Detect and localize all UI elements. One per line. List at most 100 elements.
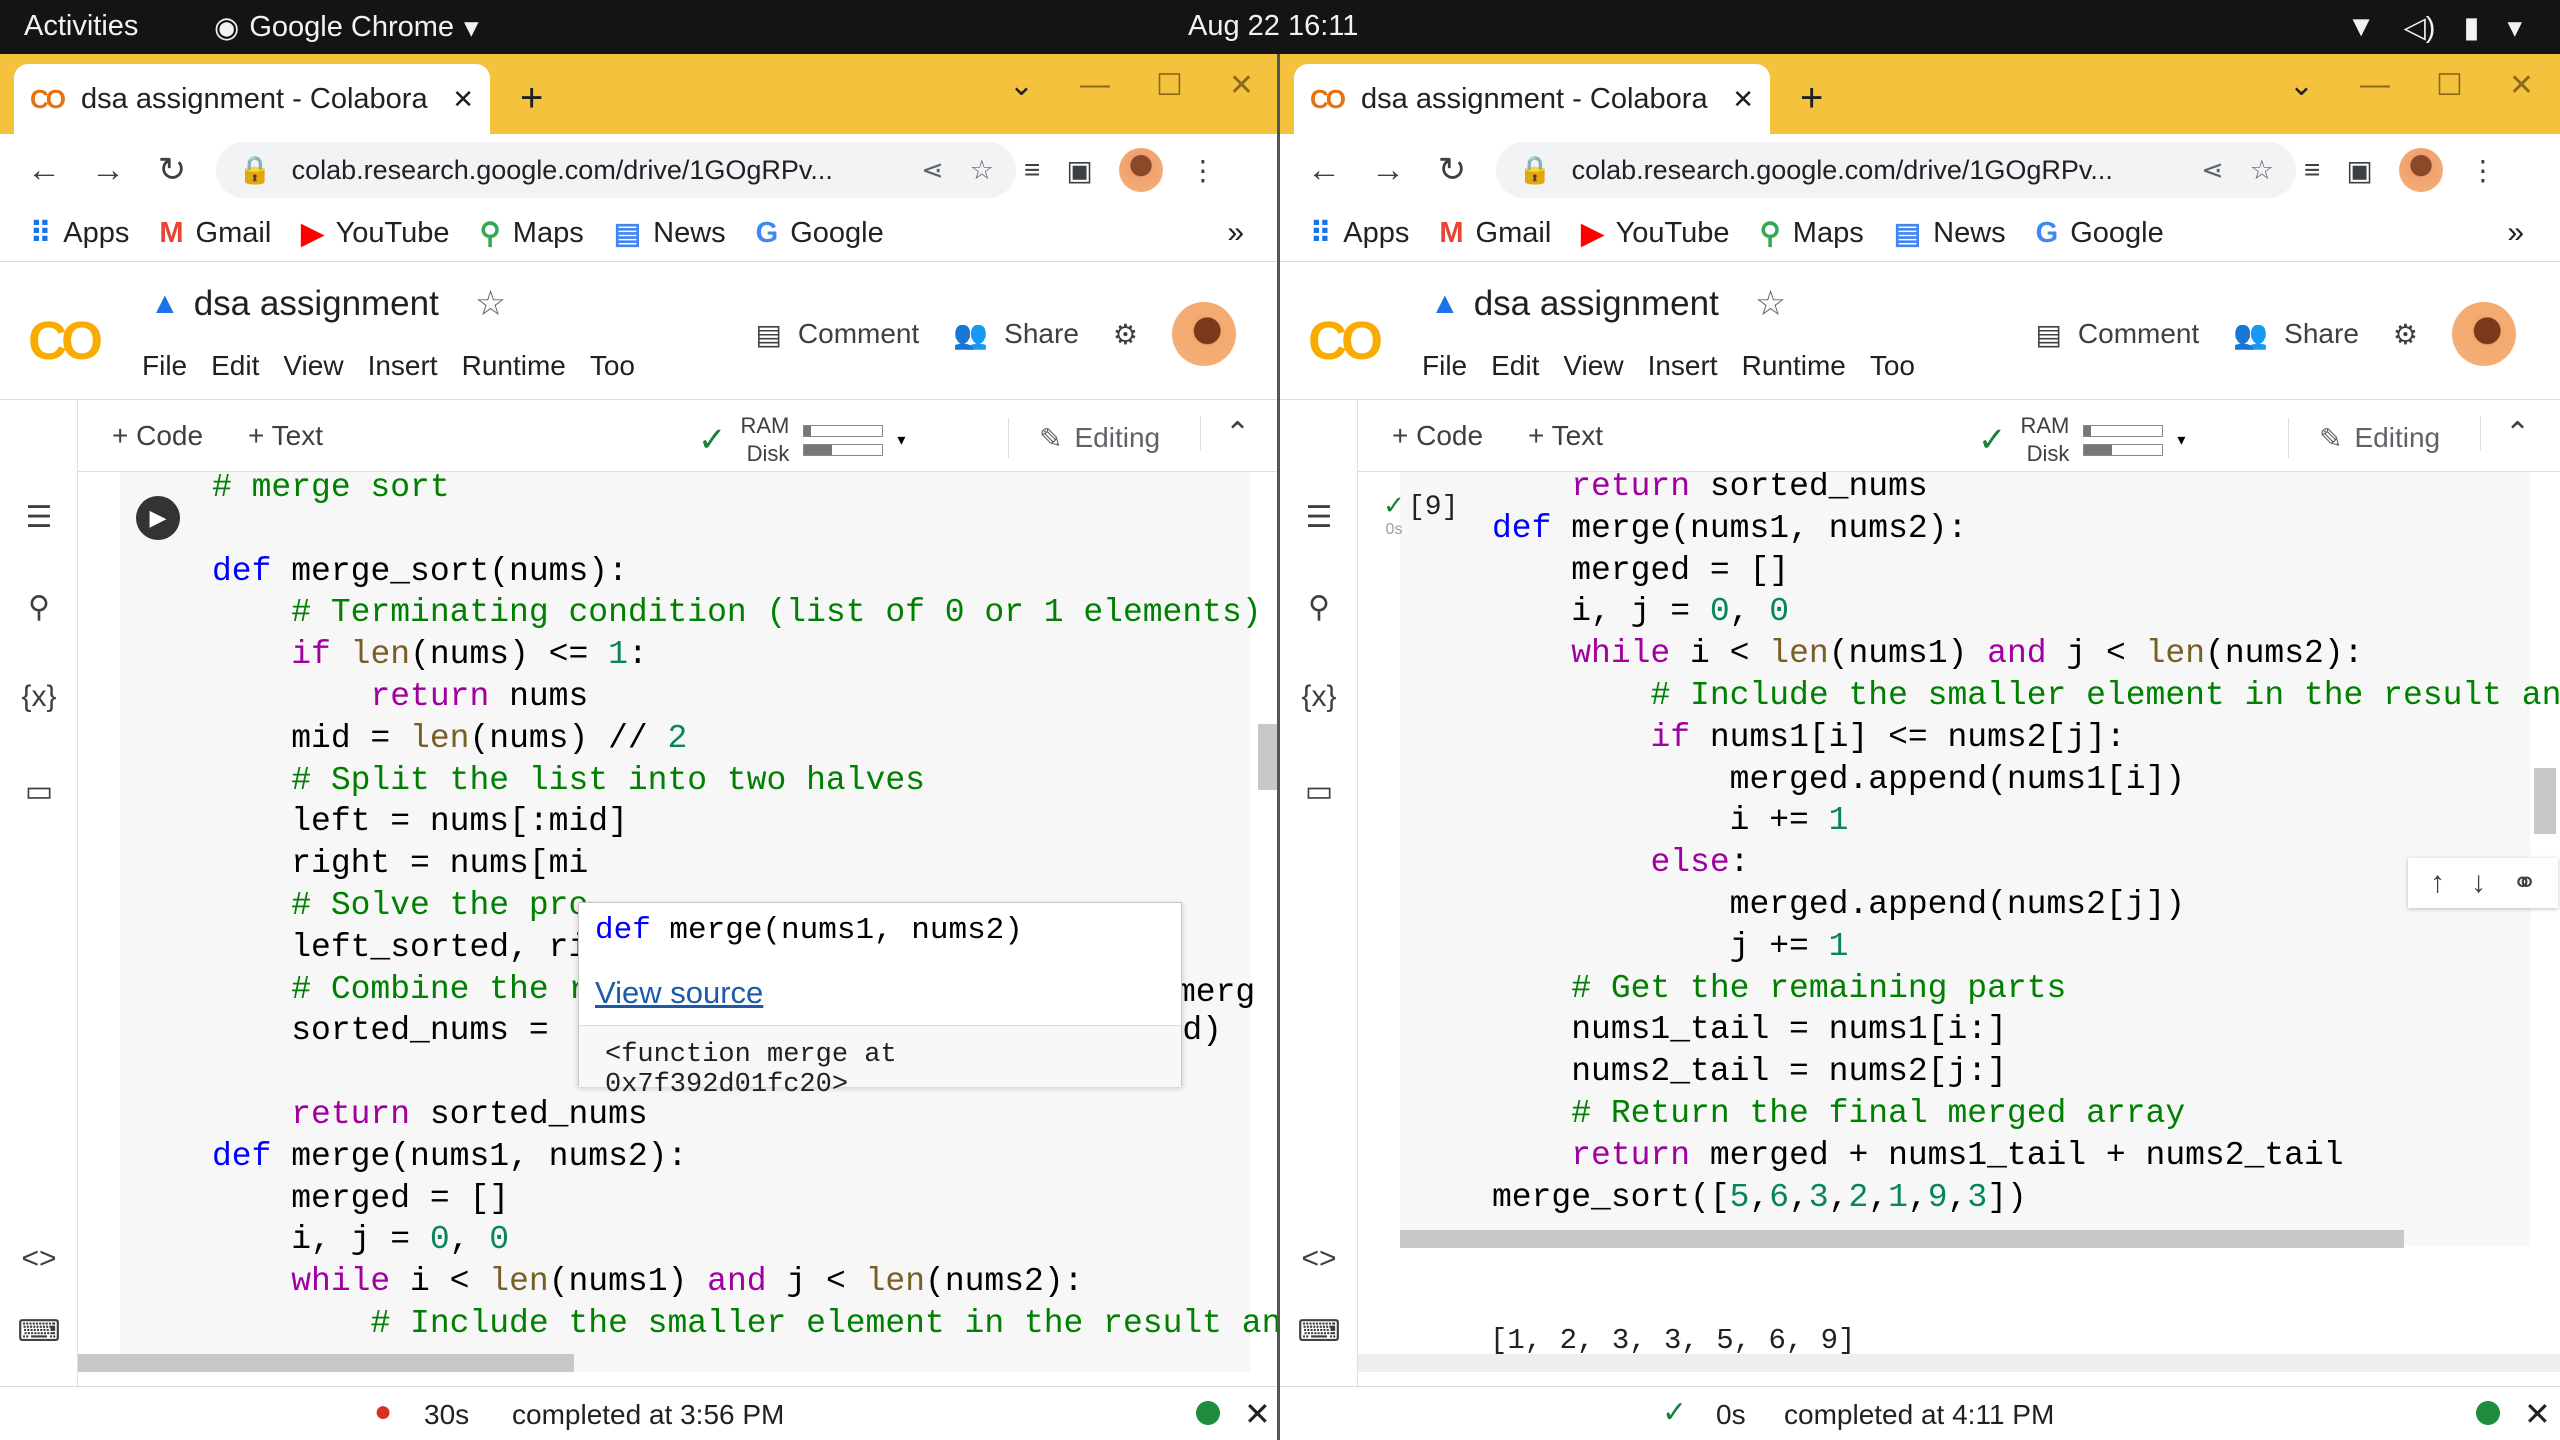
close-icon[interactable]: ✕	[452, 84, 474, 115]
settings-gear-icon[interactable]: ⚙	[2393, 318, 2418, 351]
right-code-line[interactable]: def merge(nums1, nums2):	[1492, 508, 2560, 550]
right-code-line[interactable]: # Return the final merged array	[1492, 1093, 2560, 1135]
account-avatar[interactable]	[2452, 302, 2516, 366]
status-area[interactable]: ▼ ◁) ▮ ▾	[2347, 10, 2522, 45]
status-message[interactable]: completed at 4:11 PM	[1784, 1399, 2054, 1431]
left-code-line[interactable]: # Terminating condition (list of 0 or 1 …	[212, 592, 1280, 634]
profile-avatar[interactable]	[1118, 148, 1163, 192]
forward-icon[interactable]: →	[1356, 151, 1420, 190]
colab-logo[interactable]: CO	[28, 310, 103, 372]
notebook-title[interactable]: dsa assignment	[1474, 284, 1719, 324]
menu-runtime[interactable]: Runtime	[462, 350, 566, 382]
right-code-line[interactable]: # Include the smaller element in the res…	[1492, 675, 2560, 717]
variables-icon[interactable]: {x}	[0, 680, 78, 714]
add-code-button[interactable]: + Code	[112, 420, 203, 452]
bookmark-gmail[interactable]: M Gmail	[159, 217, 271, 250]
profile-avatar[interactable]	[2398, 148, 2443, 192]
star-icon[interactable]: ☆	[475, 284, 506, 324]
close-icon[interactable]: ✕	[1732, 84, 1754, 115]
menu-edit[interactable]: Edit	[1491, 350, 1539, 382]
bookmark-maps[interactable]: ⚲ Maps	[1760, 216, 1864, 251]
more-menu-icon[interactable]: ⋮	[2469, 154, 2497, 187]
close-icon[interactable]: ✕	[1244, 1395, 1271, 1433]
code-editor[interactable]: return sorted_nums def merge(nums1, nums2…	[1492, 472, 2560, 1218]
right-code-line[interactable]: merged = []	[1492, 550, 2560, 592]
tab-colab[interactable]: CO dsa assignment - Colabora ✕	[14, 64, 490, 134]
status-message[interactable]: completed at 3:56 PM	[512, 1399, 784, 1431]
right-code-line[interactable]: nums1_tail = nums1[i:]	[1492, 1009, 2560, 1051]
reload-icon[interactable]: ↻	[1420, 150, 1484, 190]
tab-search-icon[interactable]: ⌄	[2289, 68, 2314, 103]
account-avatar[interactable]	[1172, 302, 1236, 366]
chevron-down-icon[interactable]: ▾	[2177, 430, 2185, 450]
right-code-line[interactable]: i += 1	[1492, 800, 2560, 842]
menu-view[interactable]: View	[1563, 350, 1623, 382]
left-code-line[interactable]: return nums	[212, 676, 1280, 718]
reload-icon[interactable]: ↻	[140, 150, 204, 190]
right-code-line[interactable]: j += 1	[1492, 926, 2560, 968]
bookmark-youtube[interactable]: ▶ YouTube	[301, 216, 449, 251]
folder-icon[interactable]: ▭	[1280, 774, 1358, 809]
maximize-icon[interactable]: ☐	[1156, 68, 1183, 103]
right-code-line[interactable]: merged.append(nums1[i])	[1492, 759, 2560, 801]
output-scroll-track[interactable]	[1358, 1354, 2560, 1372]
code-snippets-icon[interactable]: <>	[0, 1242, 78, 1276]
left-code-line[interactable]: return sorted_nums	[212, 1094, 1280, 1136]
minimize-icon[interactable]: —	[2360, 68, 2390, 103]
add-code-button[interactable]: + Code	[1392, 420, 1483, 452]
left-code-line[interactable]: if len(nums) <= 1:	[212, 634, 1280, 676]
back-icon[interactable]: ←	[12, 151, 76, 190]
search-icon[interactable]: ⚲	[0, 590, 78, 625]
lock-icon[interactable]: 🔒	[238, 154, 272, 186]
link-icon[interactable]: ⚭	[2512, 866, 2537, 901]
star-icon[interactable]: ☆	[1755, 284, 1786, 324]
left-code-line[interactable]: right = nums[mi	[212, 843, 1280, 885]
left-code-line[interactable]: # Include the smaller element in the res…	[212, 1303, 1280, 1345]
media-icon[interactable]: ≡	[2304, 154, 2320, 186]
comment-button[interactable]: ▤ Comment	[2035, 318, 2199, 351]
add-text-button[interactable]: + Text	[248, 420, 323, 452]
left-code-line[interactable]: # merge sort	[212, 472, 1280, 509]
bookmark-google[interactable]: G Google	[2036, 217, 2164, 250]
right-code-line[interactable]: return sorted_nums	[1492, 472, 2560, 508]
code-snippets-icon[interactable]: <>	[1280, 1242, 1358, 1276]
bookmarks-overflow[interactable]: »	[2507, 216, 2524, 250]
move-up-icon[interactable]: ↑	[2430, 866, 2445, 900]
left-code-line[interactable]: while i < len(nums1) and j < len(nums2):	[212, 1261, 1280, 1303]
bookmarks-overflow[interactable]: »	[1227, 216, 1244, 250]
right-code-line[interactable]: nums2_tail = nums2[j:]	[1492, 1051, 2560, 1093]
tab-colab[interactable]: CO dsa assignment - Colabora ✕	[1294, 64, 1770, 134]
right-code-line[interactable]: else:	[1492, 842, 2560, 884]
left-code-line[interactable]	[212, 509, 1280, 551]
bookmark-maps[interactable]: ⚲ Maps	[480, 216, 584, 251]
menu-view[interactable]: View	[283, 350, 343, 382]
menu-insert[interactable]: Insert	[368, 350, 438, 382]
maximize-icon[interactable]: ☐	[2436, 68, 2463, 103]
menu-tools[interactable]: Too	[1870, 350, 1915, 382]
settings-gear-icon[interactable]: ⚙	[1113, 318, 1138, 351]
sidepanel-icon[interactable]: ▣	[2346, 154, 2372, 187]
bookmark-apps[interactable]: ⠿ Apps	[1310, 216, 1409, 251]
resources-indicator[interactable]: ✓ RAM Disk ▾	[698, 412, 905, 468]
right-code-line[interactable]: if nums1[i] <= nums2[j]:	[1492, 717, 2560, 759]
left-code-line[interactable]: def merge_sort(nums):	[212, 551, 1280, 593]
share-link-icon[interactable]: ⋖	[2201, 155, 2224, 186]
star-icon[interactable]: ☆	[2250, 155, 2274, 186]
bookmark-google[interactable]: G Google	[756, 217, 884, 250]
horizontal-scrollbar[interactable]	[1400, 1230, 2404, 1248]
bookmark-news[interactable]: ▤ News	[1894, 216, 2006, 251]
left-code-line[interactable]: mid = len(nums) // 2	[212, 718, 1280, 760]
left-code-line[interactable]: i, j = 0, 0	[212, 1219, 1280, 1261]
right-code-line[interactable]: i, j = 0, 0	[1492, 591, 2560, 633]
right-code-line[interactable]: merged.append(nums2[j])	[1492, 884, 2560, 926]
share-button[interactable]: 👥 Share	[953, 318, 1079, 351]
app-menu[interactable]: ◉ Google Chrome ▾	[214, 10, 479, 45]
share-button[interactable]: 👥 Share	[2233, 318, 2359, 351]
right-code-line[interactable]: # Get the remaining parts	[1492, 968, 2560, 1010]
command-palette-icon[interactable]: ⌨	[1280, 1314, 1358, 1349]
bookmark-apps[interactable]: ⠿ Apps	[30, 216, 129, 251]
tab-search-icon[interactable]: ⌄	[1009, 68, 1034, 103]
folder-icon[interactable]: ▭	[0, 774, 78, 809]
collapse-chevron-up-icon[interactable]: ⌃	[2480, 416, 2530, 451]
search-icon[interactable]: ⚲	[1280, 590, 1358, 625]
